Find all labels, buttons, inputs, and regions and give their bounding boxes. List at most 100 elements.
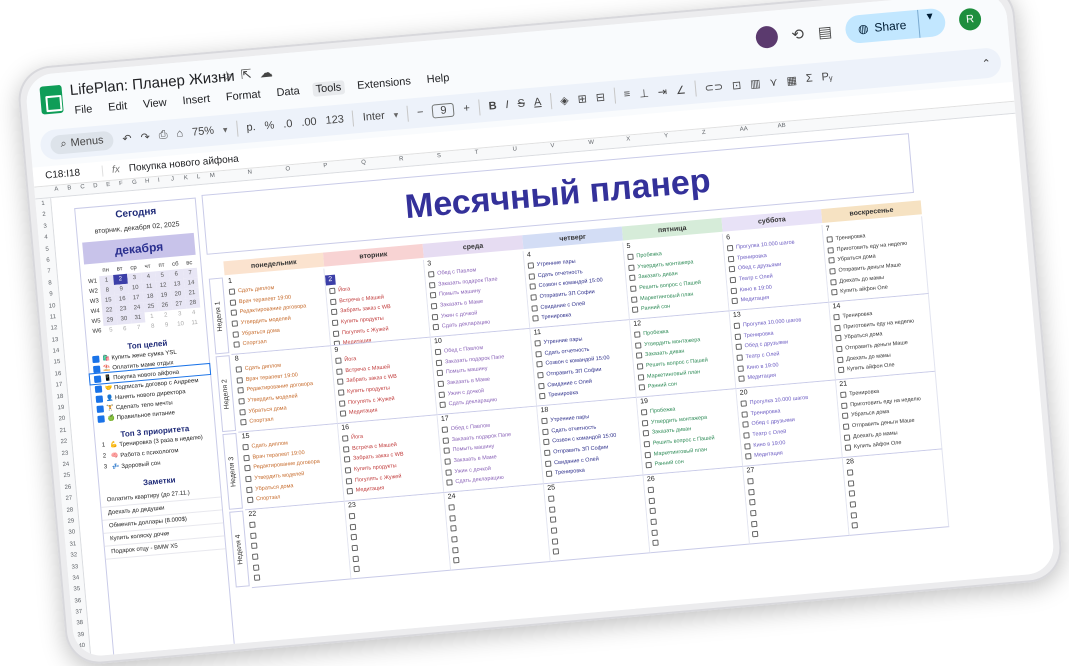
task-checkbox[interactable] xyxy=(847,480,855,487)
task-checkbox[interactable] xyxy=(349,523,357,531)
menu-view[interactable]: View xyxy=(139,95,170,112)
task-checkbox[interactable] xyxy=(741,411,748,418)
column-header[interactable]: I xyxy=(158,178,160,184)
borders-icon[interactable]: ⊞ xyxy=(577,92,587,106)
task-checkbox[interactable] xyxy=(452,546,459,554)
input-tools-icon[interactable]: Pᵧ xyxy=(821,71,833,84)
task-checkbox[interactable] xyxy=(842,423,850,431)
task-checkbox[interactable] xyxy=(350,534,358,541)
filter-views-icon[interactable]: ▦ xyxy=(786,73,797,87)
task-checkbox[interactable] xyxy=(435,359,443,367)
task-checkbox[interactable] xyxy=(339,410,347,418)
task-checkbox[interactable] xyxy=(733,322,741,330)
task-checkbox[interactable] xyxy=(445,468,452,476)
task-checkbox[interactable] xyxy=(353,565,360,573)
task-checkbox[interactable] xyxy=(431,313,439,321)
day-cell[interactable]: 19 Пробежка Утвердить монтажера Заказать ди… xyxy=(636,389,744,476)
font-size-decrease[interactable]: − xyxy=(417,106,424,119)
more-formats-button[interactable]: 123 xyxy=(325,113,344,127)
day-cell[interactable]: 7 Тренировка Приготовить еду на неделю Убра… xyxy=(822,216,929,303)
column-header[interactable]: K xyxy=(184,175,189,181)
task-checkbox[interactable] xyxy=(529,283,536,291)
goal-checkbox[interactable] xyxy=(92,355,100,363)
task-checkbox[interactable] xyxy=(351,544,359,552)
task-checkbox[interactable] xyxy=(439,401,446,409)
font-size-increase[interactable]: + xyxy=(463,102,470,115)
task-checkbox[interactable] xyxy=(833,314,840,321)
task-checkbox[interactable] xyxy=(628,264,635,271)
increase-decimal-button[interactable]: .00 xyxy=(301,116,317,129)
task-checkbox[interactable] xyxy=(238,398,245,405)
day-cell[interactable]: 16 Йога Встреча с Машей Забрать заказ с WB К… xyxy=(337,415,445,502)
goal-checkbox[interactable] xyxy=(93,374,102,383)
task-checkbox[interactable] xyxy=(826,236,834,243)
day-cell[interactable]: 4 Утренние пары Сдать отчетность Созвон с к… xyxy=(523,242,631,329)
task-checkbox[interactable] xyxy=(240,419,247,426)
task-checkbox[interactable] xyxy=(743,432,750,439)
column-header[interactable]: M xyxy=(210,173,216,179)
task-checkbox[interactable] xyxy=(330,309,338,316)
task-checkbox[interactable] xyxy=(236,377,244,384)
name-box[interactable]: C18:I18 xyxy=(32,165,104,183)
task-checkbox[interactable] xyxy=(841,402,848,409)
menu-edit[interactable]: Edit xyxy=(105,99,131,115)
task-checkbox[interactable] xyxy=(637,373,645,381)
task-checkbox[interactable] xyxy=(652,539,659,547)
task-checkbox[interactable] xyxy=(846,469,854,477)
task-checkbox[interactable] xyxy=(530,294,537,301)
collapse-toolbar-icon[interactable]: ⌃ xyxy=(981,56,991,70)
task-checkbox[interactable] xyxy=(730,287,738,294)
share-dropdown-icon[interactable]: ▾ xyxy=(917,8,935,38)
day-cell[interactable]: 13 Прогулка 10.000 шагов Тренировка Обед с … xyxy=(729,302,837,390)
task-checkbox[interactable] xyxy=(437,380,445,388)
account-avatar[interactable]: R xyxy=(958,7,983,32)
task-checkbox[interactable] xyxy=(332,330,340,337)
task-checkbox[interactable] xyxy=(844,444,852,452)
percent-button[interactable]: % xyxy=(264,119,275,132)
task-checkbox[interactable] xyxy=(235,366,243,373)
column-header[interactable]: C xyxy=(80,184,85,190)
task-checkbox[interactable] xyxy=(726,245,734,252)
task-checkbox[interactable] xyxy=(650,518,657,526)
day-cell[interactable]: 5 Пробежка Утвердить монтажера Заказать див… xyxy=(623,233,730,321)
task-checkbox[interactable] xyxy=(243,454,250,462)
task-checkbox[interactable] xyxy=(849,501,857,508)
task-checkbox[interactable] xyxy=(536,361,543,368)
day-cell[interactable]: 21 Тренировка Приготовить еду на неделю Убр… xyxy=(836,371,943,459)
task-checkbox[interactable] xyxy=(750,509,757,517)
task-checkbox[interactable] xyxy=(428,281,436,289)
task-checkbox[interactable] xyxy=(231,320,239,327)
comment-icon[interactable]: ▤ xyxy=(817,22,833,41)
menu-data[interactable]: Data xyxy=(273,84,303,100)
goal-checkbox[interactable] xyxy=(96,404,104,413)
bold-button[interactable]: B xyxy=(488,100,497,113)
calendar-day[interactable]: 5 xyxy=(104,325,119,336)
column-header[interactable]: AB xyxy=(777,123,786,130)
fill-color-icon[interactable]: ◈ xyxy=(560,93,569,107)
day-cell[interactable]: 17 Обед с Павлом Заказать подарок Папе Помы… xyxy=(437,406,544,493)
column-header[interactable]: S xyxy=(437,153,442,159)
task-checkbox[interactable] xyxy=(337,378,344,386)
task-checkbox[interactable] xyxy=(343,456,351,464)
task-checkbox[interactable] xyxy=(635,352,643,360)
task-checkbox[interactable] xyxy=(544,460,552,467)
task-checkbox[interactable] xyxy=(330,298,337,306)
column-header[interactable]: H xyxy=(145,179,150,185)
goal-checkbox[interactable] xyxy=(95,394,104,403)
task-checkbox[interactable] xyxy=(629,275,636,282)
task-checkbox[interactable] xyxy=(237,387,244,395)
task-checkbox[interactable] xyxy=(535,350,542,358)
task-checkbox[interactable] xyxy=(429,292,437,299)
task-checkbox[interactable] xyxy=(630,285,637,293)
task-checkbox[interactable] xyxy=(647,487,655,494)
rotate-icon[interactable]: ∠ xyxy=(675,83,686,97)
task-checkbox[interactable] xyxy=(549,516,557,524)
task-checkbox[interactable] xyxy=(537,371,544,379)
task-checkbox[interactable] xyxy=(550,527,558,534)
task-checkbox[interactable] xyxy=(837,366,845,374)
task-checkbox[interactable] xyxy=(329,288,336,295)
task-checkbox[interactable] xyxy=(541,418,548,425)
calendar-day[interactable]: 6 xyxy=(117,324,132,335)
collaborator-avatar[interactable] xyxy=(754,25,779,50)
task-checkbox[interactable] xyxy=(851,522,859,529)
